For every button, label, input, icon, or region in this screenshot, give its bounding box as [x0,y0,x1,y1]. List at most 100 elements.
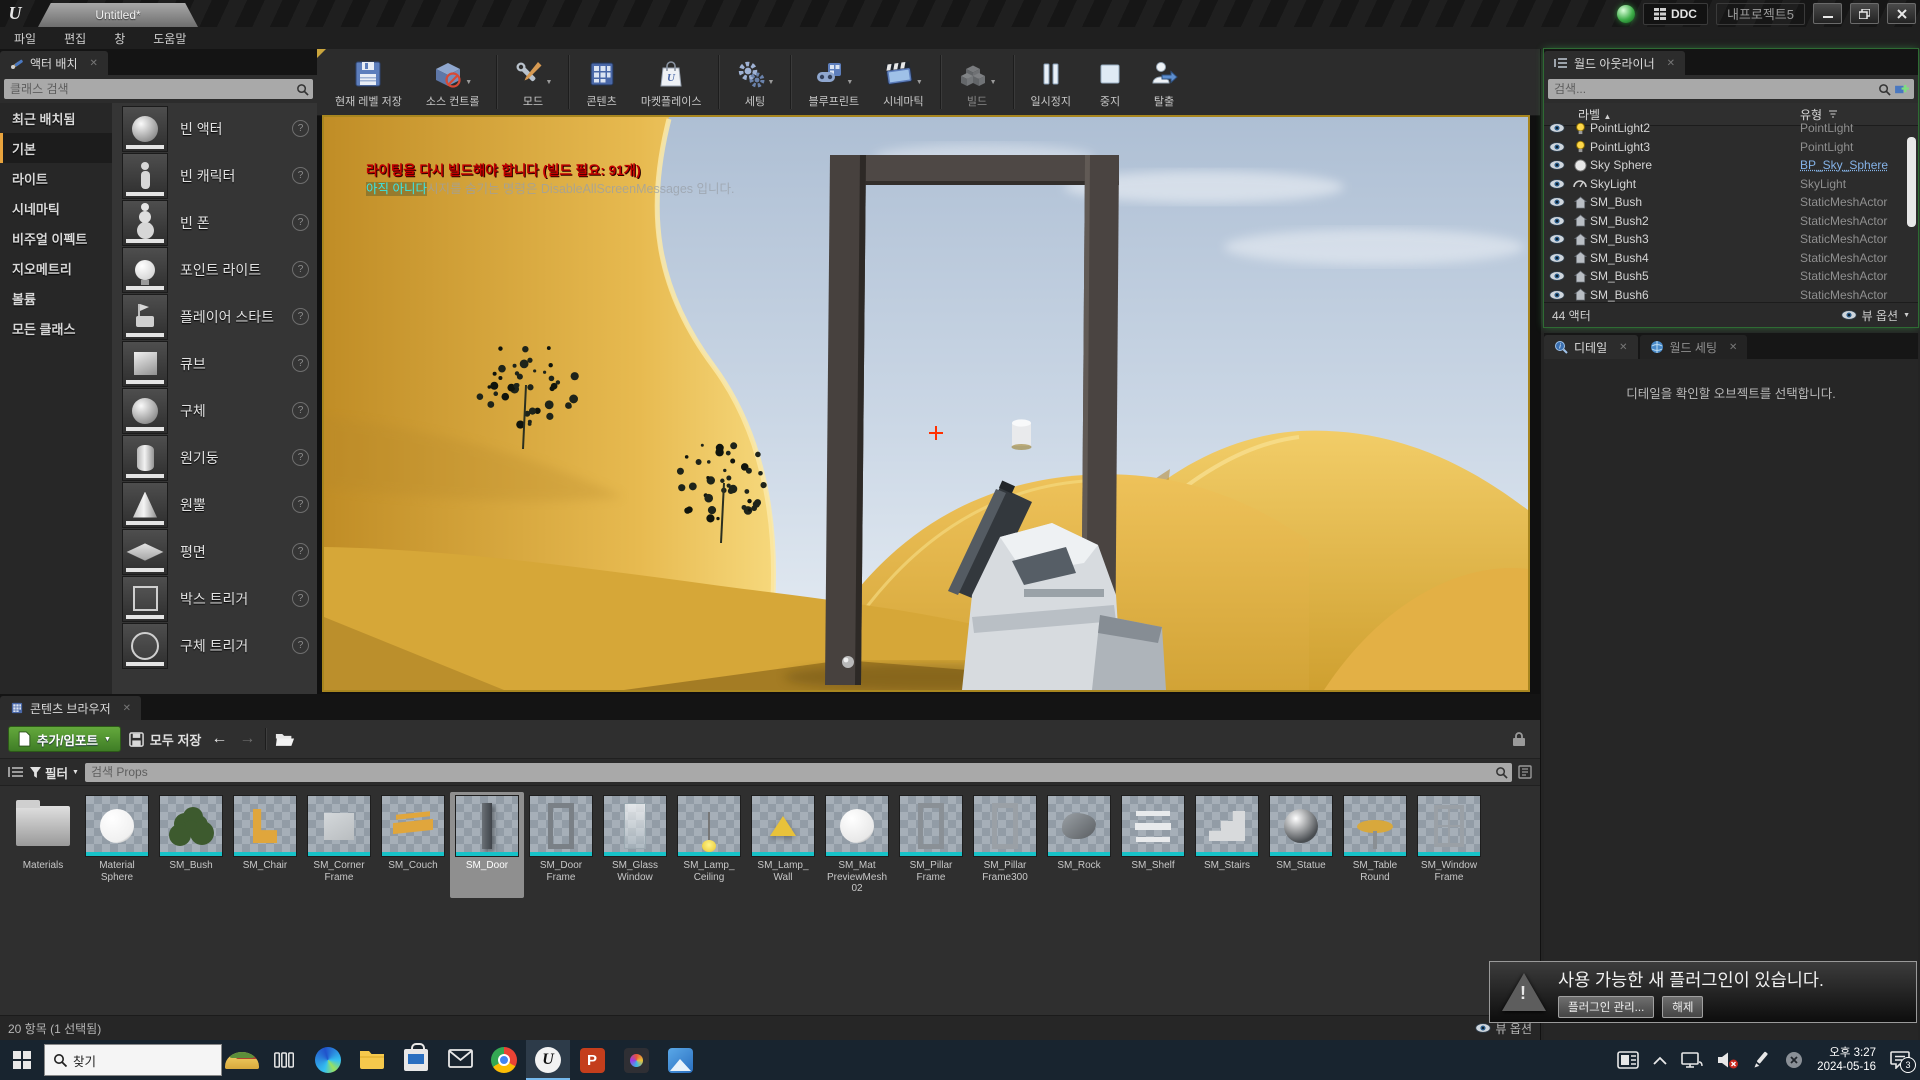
photos-taskbar-button[interactable] [658,1040,702,1080]
file-explorer-taskbar-button[interactable] [350,1040,394,1080]
actor-name[interactable]: SM_Bush2 [1590,214,1800,228]
asset-tile[interactable]: SM_Mat PreviewMesh 02 [820,792,894,898]
place-actor-item[interactable]: 구체? [112,387,317,434]
visibility-eye-icon[interactable] [1544,253,1570,263]
close-button[interactable] [1887,3,1916,24]
category-6[interactable]: 볼륨 [0,283,112,313]
category-0[interactable]: 최근 배치됨 [0,103,112,133]
menu-0[interactable]: 파일 [0,27,50,49]
actor-name[interactable]: SM_Bush5 [1590,269,1800,283]
start-button[interactable] [0,1040,44,1080]
menu-1[interactable]: 편집 [50,27,100,49]
close-tab-icon[interactable]: ✕ [1667,58,1675,69]
saved-search-icon[interactable] [1518,765,1532,779]
outliner-row[interactable]: SkyLightSkyLight [1544,175,1918,194]
category-5[interactable]: 지오메트리 [0,253,112,283]
tab-place-actors[interactable]: 액터 배치 ✕ [0,51,108,75]
asset-tile[interactable]: SM_Window Frame [1412,792,1486,898]
visibility-eye-icon[interactable] [1544,197,1570,207]
help-icon[interactable]: ? [292,214,309,231]
toolbar-blueprints-button[interactable]: ▼블루프린트 [796,49,871,115]
tab-details[interactable]: i 디테일 ✕ [1544,335,1638,359]
manage-plugins-button[interactable]: 플러그인 관리... [1558,996,1654,1018]
type-filter-icon[interactable] [1828,110,1838,118]
taskbar-search[interactable]: 찾기 [44,1044,222,1076]
meet-now-icon[interactable] [1785,1051,1803,1069]
help-icon[interactable]: ? [292,167,309,184]
place-actor-item[interactable]: 원기둥? [112,434,317,481]
visibility-eye-icon[interactable] [1544,142,1570,152]
actor-name[interactable]: SM_Bush4 [1590,251,1800,265]
menu-3[interactable]: 도움말 [139,27,200,49]
asset-tile[interactable]: SM_Door Frame [524,792,598,898]
help-icon[interactable]: ? [292,402,309,419]
place-actor-item[interactable]: 플레이어 스타트? [112,293,317,340]
place-actor-item[interactable]: 구체 트리거? [112,622,317,669]
outliner-row[interactable]: SM_Bush3StaticMeshActor [1544,230,1918,249]
chevron-down-icon[interactable]: ▼ [546,79,553,86]
help-icon[interactable]: ? [292,120,309,137]
toolbar-cinematics-button[interactable]: ▼시네마틱 [871,49,935,115]
visibility-eye-icon[interactable] [1544,123,1570,133]
help-icon[interactable]: ? [292,590,309,607]
asset-search-input[interactable] [89,764,1495,780]
toolbar-save-button[interactable]: 현재 레벨 저장 [323,49,414,115]
help-icon[interactable]: ? [292,355,309,372]
toolbar-marketplace-button[interactable]: U마켓플레이스 [629,49,714,115]
toolbar-settings-button[interactable]: ▼세팅 [724,49,787,115]
asset-tile[interactable]: SM_Lamp_ Wall [746,792,820,898]
asset-tile[interactable]: Material Sphere [80,792,154,898]
outliner-row[interactable]: PointLight3PointLight [1544,138,1918,157]
category-7[interactable]: 모든 클래스 [0,313,112,343]
toolbar-stop-button[interactable]: 중지 [1083,49,1137,115]
help-icon[interactable]: ? [292,543,309,560]
place-actor-item[interactable]: 평면? [112,528,317,575]
edge-taskbar-button[interactable] [306,1040,350,1080]
help-icon[interactable]: ? [292,308,309,325]
filters-button[interactable]: 필터 ▼ [30,763,79,782]
taskbar-clock[interactable]: 오후 3:272024-05-16 [1817,1046,1876,1074]
toolbar-eject-button[interactable]: 탈출 [1137,49,1191,115]
help-icon[interactable]: ? [292,449,309,466]
asset-tile[interactable]: SM_Stairs [1190,792,1264,898]
asset-tile[interactable]: SM_Door [450,792,524,898]
toolbar-source-control-button[interactable]: ▼소스 컨트롤 [414,49,492,115]
toolbar-content-button[interactable]: 콘텐츠 [574,49,628,115]
tab-world-settings[interactable]: 월드 세팅 ✕ [1640,335,1748,359]
close-tab-icon[interactable]: ✕ [123,703,131,714]
pen-icon[interactable] [1753,1051,1771,1069]
visibility-eye-icon[interactable] [1544,290,1570,300]
chevron-down-icon[interactable]: ▼ [768,79,775,86]
asset-tile[interactable]: SM_Chair [228,792,302,898]
minimize-button[interactable] [1813,3,1842,24]
widgets-icon[interactable] [1617,1051,1639,1069]
weather-widget[interactable] [222,1044,262,1076]
place-actor-item[interactable]: 포인트 라이트? [112,246,317,293]
volume-muted-icon[interactable] [1717,1051,1739,1069]
help-icon[interactable]: ? [292,496,309,513]
task-view-button[interactable] [262,1040,306,1080]
asset-tile[interactable]: SM_Shelf [1116,792,1190,898]
class-search-input[interactable] [8,81,296,97]
help-icon[interactable]: ? [292,261,309,278]
sources-toggle-icon[interactable] [8,765,24,779]
chrome-taskbar-button[interactable] [482,1040,526,1080]
back-button[interactable]: ← [209,730,229,748]
asset-search-box[interactable] [85,763,1512,782]
visibility-eye-icon[interactable] [1544,160,1570,170]
add-filter-icon[interactable] [1895,83,1910,96]
asset-tile[interactable]: SM_Statue [1264,792,1338,898]
place-actor-item[interactable]: 빈 액터? [112,105,317,152]
restore-button[interactable] [1850,3,1879,24]
outliner-search-input[interactable] [1552,81,1878,97]
toolbar-build-button[interactable]: ▼빌드 [946,49,1009,115]
actor-name[interactable]: PointLight2 [1590,121,1800,135]
epic-games-taskbar-button[interactable] [614,1040,658,1080]
store-taskbar-button[interactable] [394,1040,438,1080]
actor-type-link[interactable]: BP_Sky_Sphere [1800,158,1918,172]
asset-folder[interactable]: Materials [6,792,80,898]
place-actor-item[interactable]: 빈 폰? [112,199,317,246]
chevron-down-icon[interactable]: ▼ [846,79,853,86]
mail-taskbar-button[interactable] [438,1040,482,1080]
dismiss-button[interactable]: 해제 [1662,996,1703,1018]
